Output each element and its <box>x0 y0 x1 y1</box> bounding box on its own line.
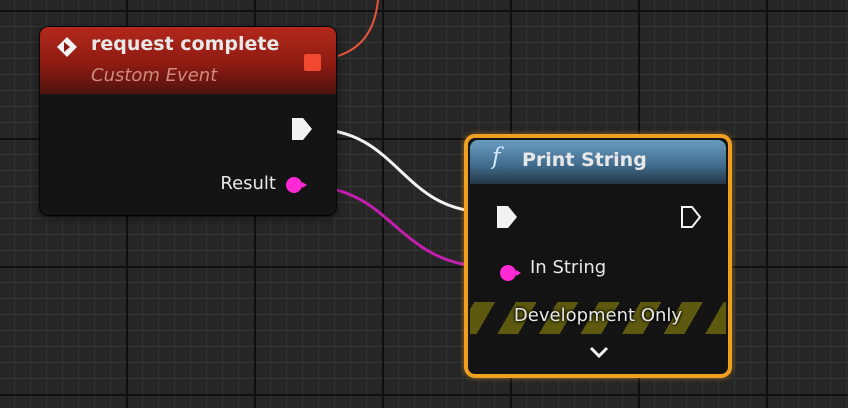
chevron-down-icon[interactable] <box>588 345 610 359</box>
event-diamond-icon <box>57 37 77 57</box>
in-string-input-pin[interactable] <box>500 265 521 281</box>
event-node-title: request complete <box>91 33 280 55</box>
development-only-label: Development Only <box>513 305 683 326</box>
print-string-node[interactable]: f Print String In String Development Onl… <box>464 134 732 378</box>
exec-input-pin[interactable] <box>496 205 518 229</box>
in-string-label: In String <box>530 257 607 278</box>
event-node-header[interactable]: request complete Custom Event <box>40 27 336 94</box>
print-node-title: Print String <box>522 149 647 171</box>
exec-wire <box>311 127 489 214</box>
function-icon: f <box>492 144 501 170</box>
exec-output-pin[interactable] <box>291 117 313 141</box>
exec-output-pin[interactable] <box>680 205 702 229</box>
custom-event-node[interactable]: request complete Custom Event Result <box>40 27 336 215</box>
delegate-pin[interactable] <box>304 54 321 71</box>
result-output-pin[interactable] <box>286 177 307 193</box>
delegate-wire <box>337 0 379 57</box>
print-node-header[interactable]: f Print String <box>470 140 726 184</box>
event-node-subtitle: Custom Event <box>91 65 218 86</box>
result-pin-label: Result <box>220 173 276 194</box>
